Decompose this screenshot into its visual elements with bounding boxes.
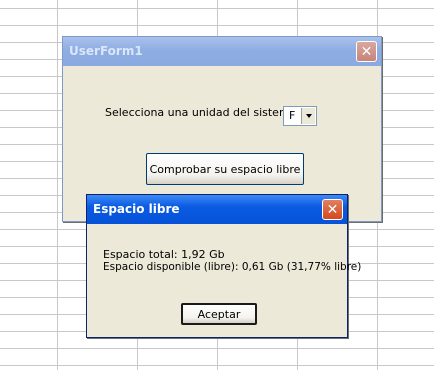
- close-icon: ✕: [326, 201, 339, 218]
- free-space-dialog: Espacio libre ✕ Espacio total: 1,92 Gb E…: [86, 194, 361, 338]
- dialog-close-button[interactable]: ✕: [322, 199, 343, 220]
- drive-select-value: F: [289, 109, 296, 122]
- drive-select[interactable]: F: [283, 106, 317, 126]
- userform-title: UserForm1: [69, 44, 143, 58]
- check-free-space-label: Comprobar su espacio libre: [149, 162, 301, 176]
- dropdown-arrow-icon[interactable]: [301, 108, 315, 124]
- total-space-text: Espacio total: 1,92 Gb: [103, 248, 225, 261]
- userform-close-button[interactable]: ✕: [356, 41, 377, 62]
- dialog-title: Espacio libre: [93, 202, 180, 216]
- check-free-space-button[interactable]: Comprobar su espacio libre: [146, 153, 304, 185]
- accept-button[interactable]: Aceptar: [181, 303, 257, 325]
- dialog-titlebar[interactable]: Espacio libre: [87, 195, 347, 224]
- accept-label: Aceptar: [197, 307, 241, 321]
- close-icon: ✕: [360, 43, 373, 60]
- userform-titlebar[interactable]: UserForm1: [63, 37, 381, 66]
- drive-label: Selecciona una unidad del sistema:: [105, 106, 301, 119]
- free-space-text: Espacio disponible (libre): 0,61 Gb (31,…: [103, 261, 362, 273]
